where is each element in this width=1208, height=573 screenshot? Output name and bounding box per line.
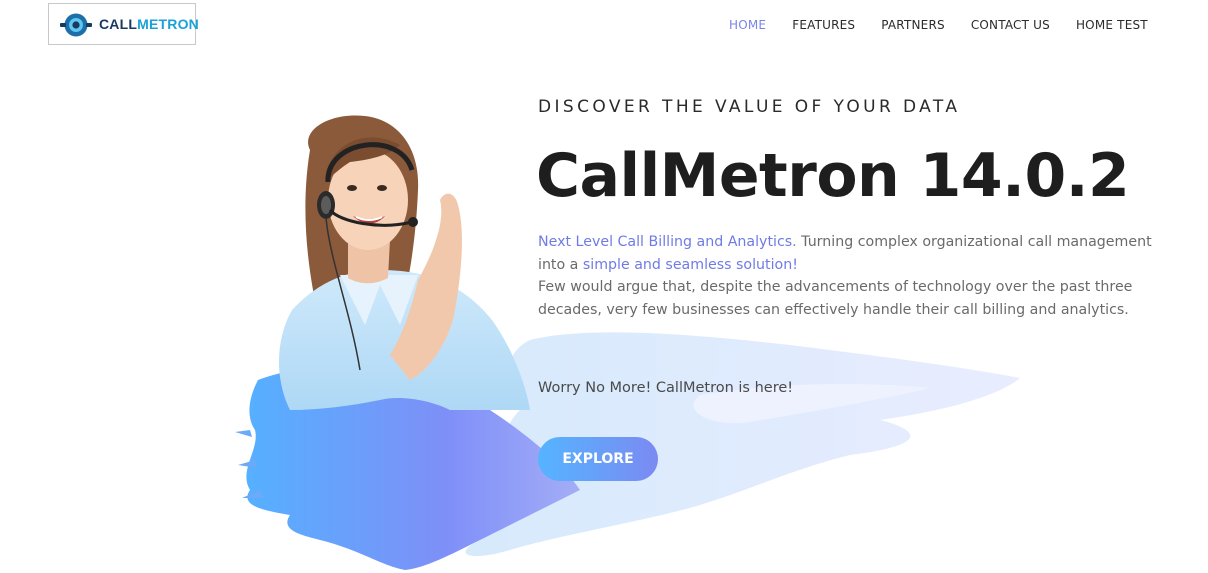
- logo[interactable]: CALLMETRON: [48, 3, 199, 45]
- desc-text-2: Few would argue that, despite the advanc…: [538, 279, 1133, 319]
- logo-text: CALLMETRON: [99, 16, 199, 32]
- nav-home-test[interactable]: HOME TEST: [1076, 17, 1148, 33]
- hero-title: CallMetron 14.0.2: [536, 141, 1130, 211]
- desc-highlight-2: simple and seamless solution!: [582, 256, 798, 273]
- main-nav: HOME FEATURES PARTNERS CONTACT US HOME T…: [729, 17, 1174, 33]
- logo-text-call: CALL: [99, 16, 138, 32]
- nav-home[interactable]: HOME: [729, 17, 766, 33]
- desc-highlight-1: Next Level Call Billing and Analytics.: [538, 234, 797, 250]
- hero-description: Next Level Call Billing and Analytics. T…: [538, 231, 1178, 322]
- nav-contact-us[interactable]: CONTACT US: [971, 17, 1050, 33]
- hero-eyebrow: DISCOVER THE VALUE OF YOUR DATA: [538, 97, 961, 117]
- callmetron-logo-icon: [60, 13, 92, 37]
- logo-text-metron: METRON: [137, 16, 199, 32]
- explore-button[interactable]: EXPLORE: [538, 437, 658, 481]
- nav-features[interactable]: FEATURES: [792, 17, 855, 33]
- nav-partners[interactable]: PARTNERS: [881, 17, 945, 33]
- hero-tagline: Worry No More! CallMetron is here!: [538, 380, 794, 396]
